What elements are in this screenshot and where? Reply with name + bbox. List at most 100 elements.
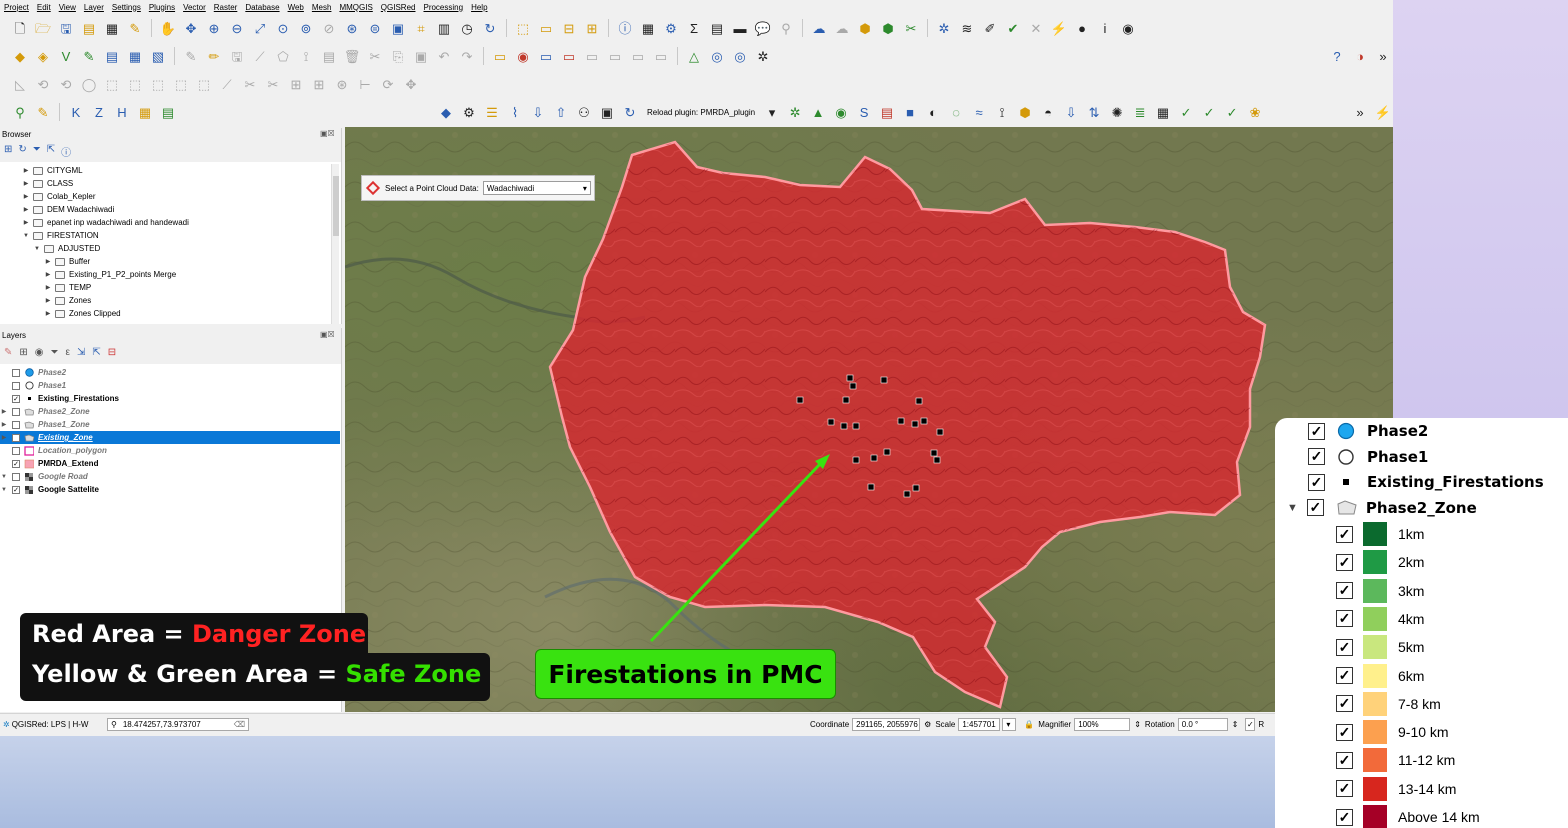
legend-checkbox[interactable]: ✓ xyxy=(1308,448,1325,465)
save-as-icon[interactable]: ▤ xyxy=(79,18,99,38)
help-icon[interactable]: ? xyxy=(1327,46,1347,66)
firestation-point[interactable] xyxy=(840,422,848,430)
label-change-icon[interactable]: ▭ xyxy=(628,46,648,66)
split-features-icon[interactable]: ✂ xyxy=(240,74,260,94)
zoom-in-icon[interactable]: ⊕ xyxy=(204,18,224,38)
add-wfs-icon[interactable]: ▧ xyxy=(148,46,168,66)
layer-item[interactable]: ✓ Existing_Firestations xyxy=(0,392,340,405)
remove-layer-icon[interactable]: ⊟ xyxy=(108,347,116,358)
package-icon[interactable]: ⬢ xyxy=(855,18,875,38)
expand-all-icon[interactable]: ⇲ xyxy=(77,347,85,358)
search-map-icon[interactable]: ⚲ xyxy=(10,102,30,122)
browser-tree-item[interactable]: ▶ CITYGML xyxy=(0,164,330,177)
layer-visibility-checkbox[interactable] xyxy=(12,420,20,429)
legend-layer-row[interactable]: ✓ Phase2 xyxy=(1308,418,1428,444)
browser-tree-item[interactable]: ▶ Buffer xyxy=(0,255,330,268)
select-location-icon[interactable]: ⊞ xyxy=(582,18,602,38)
refresh-icon[interactable]: ↻ xyxy=(480,18,500,38)
legend-checkbox[interactable]: ✓ xyxy=(1308,473,1325,491)
label-rotate-icon[interactable]: ▭ xyxy=(605,46,625,66)
validate-1-icon[interactable]: ✓ xyxy=(1176,102,1196,122)
lion-icon[interactable]: ❀ xyxy=(1245,102,1265,122)
split-parts-icon[interactable]: ✂ xyxy=(263,74,283,94)
select-value-icon[interactable]: ▭ xyxy=(536,18,556,38)
pan-icon[interactable]: ✋ xyxy=(158,18,178,38)
globe-icon[interactable]: ◉ xyxy=(831,102,851,122)
layer-item[interactable]: ▶ Phase1_Zone xyxy=(0,418,340,431)
identify-icon[interactable]: ⓘ xyxy=(615,18,635,38)
zoom-selection-icon[interactable]: ⊙ xyxy=(273,18,293,38)
legend-checkbox[interactable]: ✓ xyxy=(1336,553,1353,571)
locator-bar[interactable]: ⚲ 18.474257,73.973707 ⌫ xyxy=(107,718,249,731)
clear-icon[interactable]: ⌫ xyxy=(234,720,245,729)
github-icon[interactable]: ◉ xyxy=(1118,18,1138,38)
legend-layer-row[interactable]: ✓ Existing_Firestations xyxy=(1308,469,1544,495)
firestation-point[interactable] xyxy=(796,396,804,404)
digitize-line-icon[interactable]: ⟋ xyxy=(250,46,270,66)
menu-mesh[interactable]: Mesh xyxy=(312,3,332,12)
firestation-point[interactable] xyxy=(846,374,854,382)
chevron-right-icon[interactable]: ▶ xyxy=(22,180,30,187)
browser-tree-item[interactable]: ▶ TEMP xyxy=(0,281,330,294)
map-grid-icon[interactable]: ▦ xyxy=(135,102,155,122)
browser-collapse-icon[interactable]: ⇱ xyxy=(47,144,55,159)
browser-tree-item[interactable]: ▼ ADJUSTED xyxy=(0,242,330,255)
layer-visibility-checkbox[interactable] xyxy=(12,381,20,390)
menu-help[interactable]: Help xyxy=(471,3,487,12)
locate-plus-icon[interactable]: ◎ xyxy=(730,46,750,66)
add-layer-icon[interactable]: ◈ xyxy=(33,46,53,66)
firestation-point[interactable] xyxy=(911,420,919,428)
firestation-point[interactable] xyxy=(870,454,878,462)
menu-edit[interactable]: Edit xyxy=(37,3,51,12)
python-console-icon[interactable]: ◆ xyxy=(436,102,456,122)
magnifier-spin-icon[interactable]: ⇕ xyxy=(1134,720,1141,729)
firestation-point[interactable] xyxy=(827,418,835,426)
menu-vector[interactable]: Vector xyxy=(183,3,206,12)
menu-layer[interactable]: Layer xyxy=(84,3,104,12)
layer-order-icon[interactable]: ≣ xyxy=(1130,102,1150,122)
legend-checkbox[interactable]: ✓ xyxy=(1336,582,1353,600)
triangle-icon[interactable]: △ xyxy=(684,46,704,66)
digitize-icon[interactable]: ✐ xyxy=(980,18,1000,38)
menu-web[interactable]: Web xyxy=(288,3,304,12)
merge-features-icon[interactable]: ⊞ xyxy=(286,74,306,94)
add-part-icon[interactable]: ⬚ xyxy=(102,74,122,94)
chevron-down-icon[interactable]: ▼ xyxy=(22,233,30,239)
save-edits-icon[interactable]: 🖫 xyxy=(227,46,247,66)
firestation-point[interactable] xyxy=(936,428,944,436)
menu-plugins[interactable]: Plugins xyxy=(149,3,175,12)
save-project-icon[interactable]: 🖫 xyxy=(56,18,76,38)
label-show-icon[interactable]: ▭ xyxy=(651,46,671,66)
browser-info-icon[interactable]: ⓘ xyxy=(61,144,71,159)
label-red-icon[interactable]: ▭ xyxy=(559,46,579,66)
legend-layer-row[interactable]: ▼ ✓ Phase2_Zone xyxy=(1287,495,1477,521)
overflow-icon[interactable]: » xyxy=(1373,46,1393,66)
legend-checkbox[interactable]: ✓ xyxy=(1336,695,1353,713)
table-icon[interactable]: ▦ xyxy=(1153,102,1173,122)
chevron-right-icon[interactable]: ▶ xyxy=(44,310,52,317)
graph-icon[interactable]: ⌇ xyxy=(505,102,525,122)
tcp-icon[interactable]: ✺ xyxy=(1107,102,1127,122)
legend-class-row[interactable]: ✓ 2km xyxy=(1336,549,1424,575)
panel-float-close-icon[interactable]: ▣☒ xyxy=(320,129,335,138)
menu-mmqgis[interactable]: MMQGIS xyxy=(339,3,372,12)
validate-3-icon[interactable]: ✓ xyxy=(1222,102,1242,122)
cloud-upload-icon[interactable]: ☁ xyxy=(832,18,852,38)
label-icon[interactable]: ▭ xyxy=(490,46,510,66)
firestation-point[interactable] xyxy=(920,417,928,425)
zoom-last-icon[interactable]: ⊛ xyxy=(342,18,362,38)
reverse-line-icon[interactable]: ⟳ xyxy=(378,74,398,94)
kmz-export-icon[interactable]: Z xyxy=(89,102,109,122)
chevron-right-icon[interactable]: ▶ xyxy=(22,219,30,226)
legend-checkbox[interactable]: ✓ xyxy=(1336,723,1353,741)
dome-icon[interactable]: ◓ xyxy=(1038,102,1058,122)
terrain-icon[interactable]: ▲ xyxy=(808,102,828,122)
firestation-point[interactable] xyxy=(933,456,941,464)
browser-scrollbar[interactable] xyxy=(331,164,339,324)
print-layout-icon[interactable]: ▦ xyxy=(102,18,122,38)
legend-checkbox[interactable]: ✓ xyxy=(1336,638,1353,656)
tools-settings-icon[interactable]: ✕ xyxy=(1026,18,1046,38)
layer-item[interactable]: ▶ Phase2_Zone xyxy=(0,405,340,418)
chevron-right-icon[interactable]: ▶ xyxy=(44,284,52,291)
firestation-point[interactable] xyxy=(930,449,938,457)
